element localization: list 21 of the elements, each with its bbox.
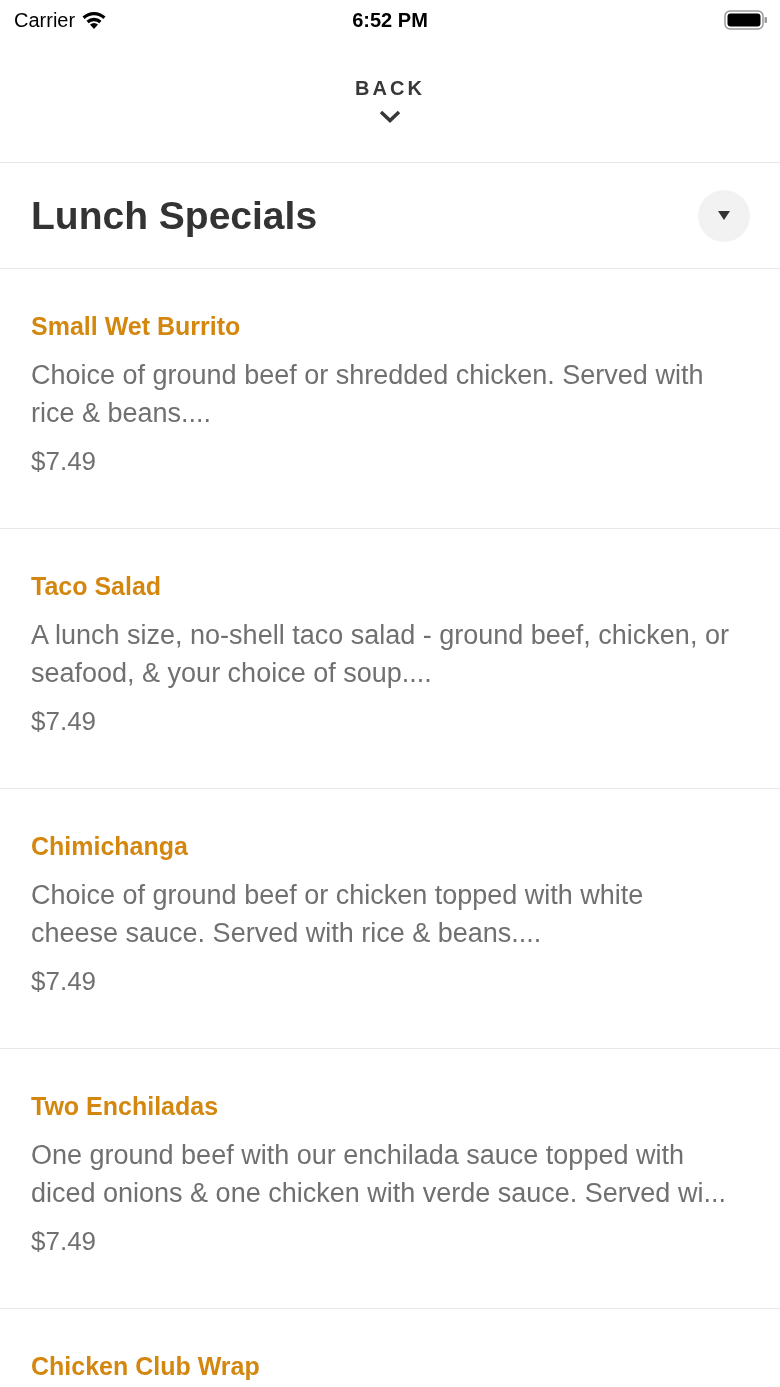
item-price: $7.49: [31, 1225, 98, 1258]
item-name[interactable]: Two Enchiladas: [31, 1089, 733, 1123]
item-price: $7.49: [31, 445, 98, 478]
clock-time: 6:52 PM: [352, 8, 428, 32]
item-price: $7.49: [31, 705, 98, 738]
item-description: A lunch size, no-shell taco salad - ground beef, chicken, or seafood, & your choice of soup....: [31, 619, 730, 690]
item-name[interactable]: Taco Salad: [31, 569, 733, 603]
item-name[interactable]: Chicken Club Wrap: [31, 1349, 733, 1383]
battery-icon: [724, 10, 768, 30]
wifi-icon: [81, 10, 108, 30]
caret-down-icon: [718, 211, 730, 220]
item-name[interactable]: Chimichanga: [31, 829, 733, 863]
item-description: Choice of ground beef or chicken topped with white cheese sauce. Served with rice & beans....: [31, 879, 645, 950]
item-description: One ground beef with our enchilada sauce topped with diced onions & one chicken with verde sauce. Served wi...: [31, 1139, 727, 1210]
item-price: $7.49: [31, 965, 98, 998]
item-description: Choice of ground beef or shredded chicken. Served with rice & beans....: [31, 359, 705, 430]
item-name[interactable]: Small Wet Burrito: [31, 309, 733, 343]
carrier-label: Carrier: [14, 8, 76, 32]
back-button[interactable]: BACK: [355, 76, 425, 123]
section-title: Lunch Specials: [31, 192, 318, 239]
chevron-down-icon: [379, 110, 401, 123]
